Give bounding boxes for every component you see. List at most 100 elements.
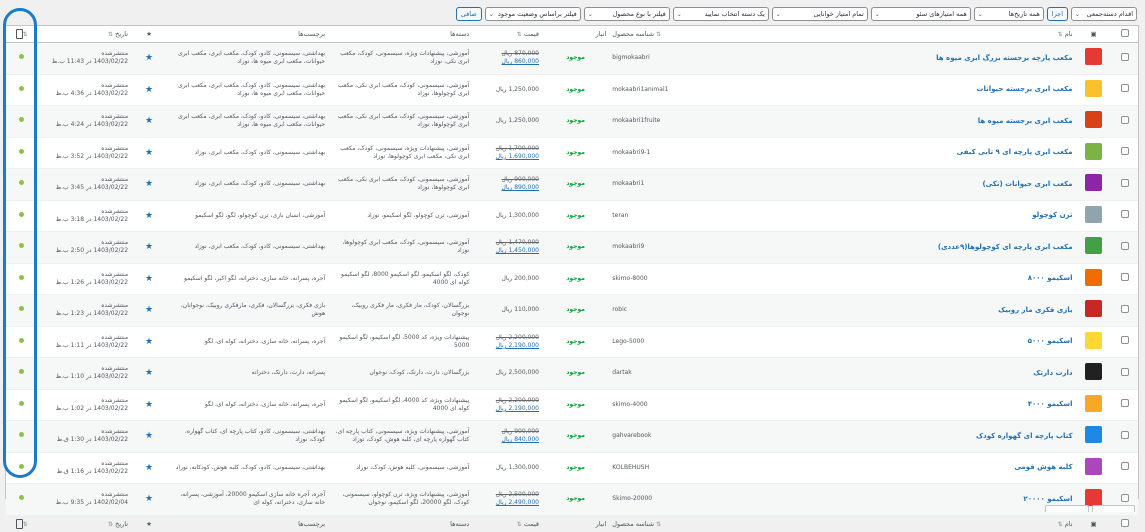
category-links[interactable]: پیشنهادات ویژه، کد 4000، لگو اسکیمو، لگو… [339,397,469,412]
tag-links[interactable]: بهداشتی، سیسمونی، کادو، کودک، مکعب ابری،… [178,50,325,65]
row-checkbox[interactable] [1120,241,1129,250]
product-thumbnail[interactable] [1085,394,1103,412]
featured-star-icon[interactable]: ★ [145,116,153,126]
category-links[interactable]: بزرگسالان، کودک، مار فکری، مار فکری روبی… [351,302,469,317]
tag-links[interactable]: بازی فکری، بزرگسالان، فکری، مارفکری روبی… [181,302,325,317]
product-type-select[interactable]: فیلتر با نوع محصول ⌄ [583,7,670,21]
product-thumbnail[interactable] [1085,331,1103,349]
product-name-link[interactable]: کلبه هوش قومی [1014,463,1072,471]
sku-column-footer[interactable]: ⇅ شناسه محصول [609,514,790,532]
category-links[interactable]: آموزشی، سیسمونی، کودک، مکعب ابری نکی، مک… [338,113,469,128]
product-thumbnail[interactable] [1085,237,1103,255]
table-row[interactable]: اسکیمو ۵۰۰۰ Lego-5000 موجود 2,200,000 ریال 2… [6,326,1138,358]
tag-links[interactable]: آجره، پسرانه، خانه سازی، دخترانه، کوله ا… [205,401,325,408]
product-name-link[interactable]: مکعب ابری پارچه ای ۹ تایی کیفی [957,148,1073,156]
status-column-footer[interactable]: ⇅ [6,514,38,532]
select-all-checkbox[interactable] [1120,518,1129,527]
product-name-link[interactable]: اسکیمو ۲۰۰۰۰ [1023,495,1072,503]
row-checkbox[interactable] [1120,430,1129,439]
product-thumbnail[interactable] [1085,48,1103,66]
featured-star-icon[interactable]: ★ [145,400,153,410]
name-column-header[interactable]: نام ⇅ [789,26,1076,43]
apply-button[interactable]: اجرا [1046,7,1068,21]
row-checkbox[interactable] [1120,210,1129,219]
product-thumbnail[interactable] [1085,79,1103,97]
row-checkbox[interactable] [1120,273,1129,282]
table-row[interactable]: کلبه هوش قومی KOLBEHUSH موجود 1,300,000 ریا… [6,452,1138,484]
table-row[interactable]: اسکیمو ۲۰۰۰۰ Skimo-20000 موجود 2,500,000 ری… [6,483,1138,516]
name-column-footer[interactable]: نام ⇅ [789,514,1076,532]
date-column-footer[interactable]: تاریخ ⇅ [37,514,132,532]
featured-star-icon[interactable]: ★ [145,242,153,252]
tag-links[interactable]: آجره، پسرانه، خانه سازی، دخترانه، کوله ا… [205,338,325,345]
category-links[interactable]: آموزشی، پیشنهادات ویژه، ترن کوچولو، سیسم… [342,491,469,506]
row-checkbox[interactable] [1120,493,1129,502]
seo-score-select[interactable]: همه امتیازهای سئو ⌄ [870,7,971,21]
table-row[interactable]: اسکیمو ۴۰۰۰ skimo-4000 موجود 2,200,000 ریال… [6,389,1138,421]
featured-column-footer[interactable]: ★ [131,514,168,532]
row-checkbox[interactable] [1120,115,1129,124]
product-thumbnail[interactable] [1085,142,1103,160]
row-checkbox[interactable] [1120,462,1129,471]
featured-column-header[interactable]: ★ [131,26,168,43]
bulk-action-select[interactable]: اقدام دسته‌جمعی ⌄ [1071,7,1137,21]
product-thumbnail[interactable] [1085,457,1103,475]
table-row[interactable]: مکعب ابری برجسته حیوانات mokaabri1animal1… [6,74,1138,106]
select-all-footer[interactable] [1111,514,1138,532]
table-row[interactable]: دارت دارتک dartak موجود 2,500,000 ریال بزرگس… [6,357,1138,390]
category-select[interactable]: یک دسته انتخاب نمایید ⌄ [672,7,769,21]
product-name-link[interactable]: مکعب ابری برجسته میوه ها [978,117,1073,125]
tag-links[interactable]: بهداشتی، سیسمونی، کادو، کودک، مکعب ابری،… [178,82,325,97]
row-checkbox[interactable] [1120,399,1129,408]
row-checkbox[interactable] [1120,52,1129,61]
status-column-header[interactable]: ⇅ [6,26,38,43]
featured-star-icon[interactable]: ★ [145,494,153,504]
tag-links[interactable]: بهداشتی، سیسمونی، کادو، کتاب پارچه ای، ک… [185,428,325,443]
product-thumbnail[interactable] [1085,426,1103,444]
featured-star-icon[interactable]: ★ [145,431,153,441]
row-checkbox[interactable] [1120,336,1129,345]
product-thumbnail[interactable] [1085,300,1103,318]
tag-links[interactable]: بهداشتی، سیسمونی، کادو، کودک، مکعب ابری،… [178,113,325,128]
product-name-link[interactable]: مکعب پارچه برجسته بزرگ ابری میوه ها [936,54,1072,62]
featured-star-icon[interactable]: ★ [145,305,153,315]
table-row[interactable]: مکعب ابری پارچه ای کوچولوها(۹عددی) mokaab… [6,231,1138,264]
featured-star-icon[interactable]: ★ [145,179,153,189]
category-links[interactable]: آموزشی، سیسمونی، کلبه هوش، کودک، نوزاد [356,464,469,471]
category-links[interactable]: آموزشی، ترن کوچولو، لگو اسکیمو، نوزاد [367,212,469,219]
product-name-link[interactable]: بازی فکری مار روبیک [998,306,1072,314]
category-links[interactable]: آموزشی، پیشنهادات ویژه، سیسمونی، کودک، م… [340,50,469,65]
readability-select[interactable]: تمام امتیاز خوانایی ⌄ [771,7,868,21]
featured-star-icon[interactable]: ★ [145,337,153,347]
category-links[interactable]: کودک، لگو اسکیمو، لگو اسکیمو 8000، لگو ا… [341,271,469,286]
product-thumbnail[interactable] [1085,174,1103,192]
product-thumbnail[interactable] [1085,268,1103,286]
date-filter-select[interactable]: همه تاریخ‌ها ⌄ [973,7,1044,21]
product-name-link[interactable]: مکعب ابری برجسته حیوانات [976,85,1072,93]
tag-links[interactable]: آجره، آجره خانه سازی اسکیمو 20000، آموزش… [180,491,325,506]
featured-star-icon[interactable]: ★ [145,368,153,378]
product-name-link[interactable]: کتاب پارچه ای گهواره کودک [976,432,1073,440]
category-links[interactable]: پیشنهادات ویژه، کد 5000، لگو اسکیمو، لگو… [339,334,469,349]
product-thumbnail[interactable] [1085,111,1103,129]
category-links[interactable]: آموزشی، پیشنهادات ویژه، سیسمونی، کتاب پا… [336,428,470,443]
table-row[interactable]: بازی فکری مار روبیک robic موجود 110,000 ریا… [6,294,1138,327]
tag-links[interactable]: آجره، پسرانه، خانه سازی، دخترانه، لگو اک… [184,275,325,282]
product-name-link[interactable]: اسکیمو ۵۰۰۰ [1028,337,1073,345]
category-links[interactable]: آموزشی، سیسمونی، کودک، مکعب ابری نکی، مک… [338,176,469,191]
table-row[interactable]: ترن کوچولو teran موجود 1,300,000 ریال آموزشی… [6,200,1138,232]
tag-links[interactable]: بهداشتی، سیسمونی، کادو، کودک، مکعب ابری،… [195,243,326,250]
product-thumbnail[interactable] [1085,205,1103,223]
product-name-link[interactable]: دارت دارتک [1033,369,1072,377]
product-thumbnail[interactable] [1085,489,1103,507]
tag-links[interactable]: آموزشی، انسان بازی، ترن کوچولو، لگو، لگو… [195,212,325,219]
category-links[interactable]: آموزشی، سیسمونی، کودک، مکعب ابری نکی، مک… [338,82,469,97]
row-checkbox[interactable] [1120,304,1129,313]
price-column-header[interactable]: قیمت ⇅ [472,26,542,43]
category-links[interactable]: آموزشی، پیشنهادات ویژه، سیسمونی، کودک، م… [340,145,469,160]
category-links[interactable]: آموزشی، سیسمونی، کودک، مکعب ابری کوچولوه… [342,239,469,254]
table-row[interactable]: مکعب پارچه برجسته بزرگ ابری میوه ها bigmo… [6,42,1138,75]
featured-star-icon[interactable]: ★ [145,85,153,95]
filter-button[interactable]: صافی [455,7,482,21]
stock-status-select[interactable]: فیلتر براساس وضعیت موجود ⌄ [484,7,581,21]
